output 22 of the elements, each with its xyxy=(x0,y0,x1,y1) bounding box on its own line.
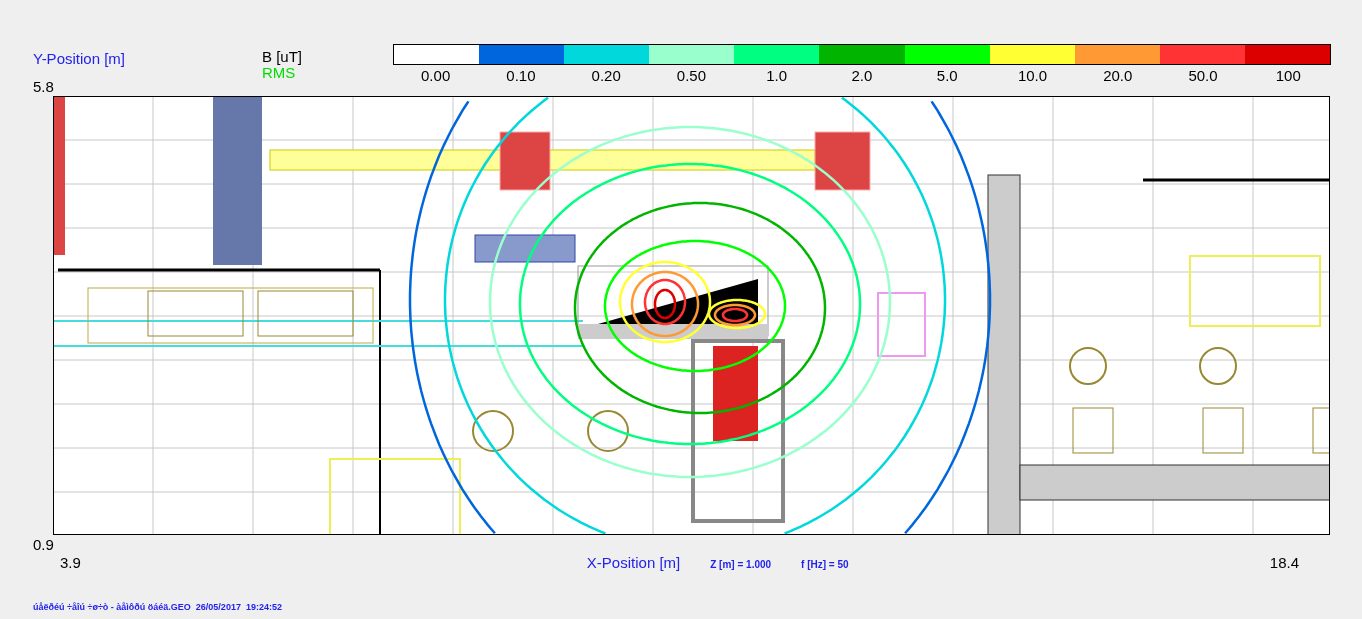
scale-label: 0.50 xyxy=(675,67,708,85)
x-axis-min: 3.9 xyxy=(60,554,81,572)
file-info-text: úåëðéú ÷åîú ÷ø÷ò - àåìôðú öáéä.GEO 26/05/2017 19:24:52 xyxy=(33,602,282,612)
scale-label: 1.0 xyxy=(765,67,789,85)
y-axis-max: 5.8 xyxy=(33,78,54,96)
scale-label: 2.0 xyxy=(850,67,874,85)
parameter-text: Z [m] = 1.000 xyxy=(710,559,772,570)
scale-label: 5.0 xyxy=(935,67,959,85)
x-axis-max: 18.4 xyxy=(1269,554,1299,572)
scale-label: 0.10 xyxy=(505,67,537,85)
y-axis-label: Y-Position [m] xyxy=(33,50,125,68)
parameter-text: f [Hz] = 50 xyxy=(801,559,849,570)
mode-label: RMS xyxy=(262,65,296,81)
scale-label: 0.20 xyxy=(590,67,622,85)
y-axis-min: 0.9 xyxy=(33,536,54,554)
scale-label: 50.0 xyxy=(1187,67,1219,85)
x-axis-label: X-Position [m] xyxy=(586,554,681,571)
scale-label: 10.0 xyxy=(1016,67,1049,85)
scale-label: 100 xyxy=(1274,67,1302,85)
scale-label: 20.0 xyxy=(1102,67,1134,85)
quantity-label: B [uT] xyxy=(262,49,302,65)
scale-label: 0.00 xyxy=(420,67,452,85)
